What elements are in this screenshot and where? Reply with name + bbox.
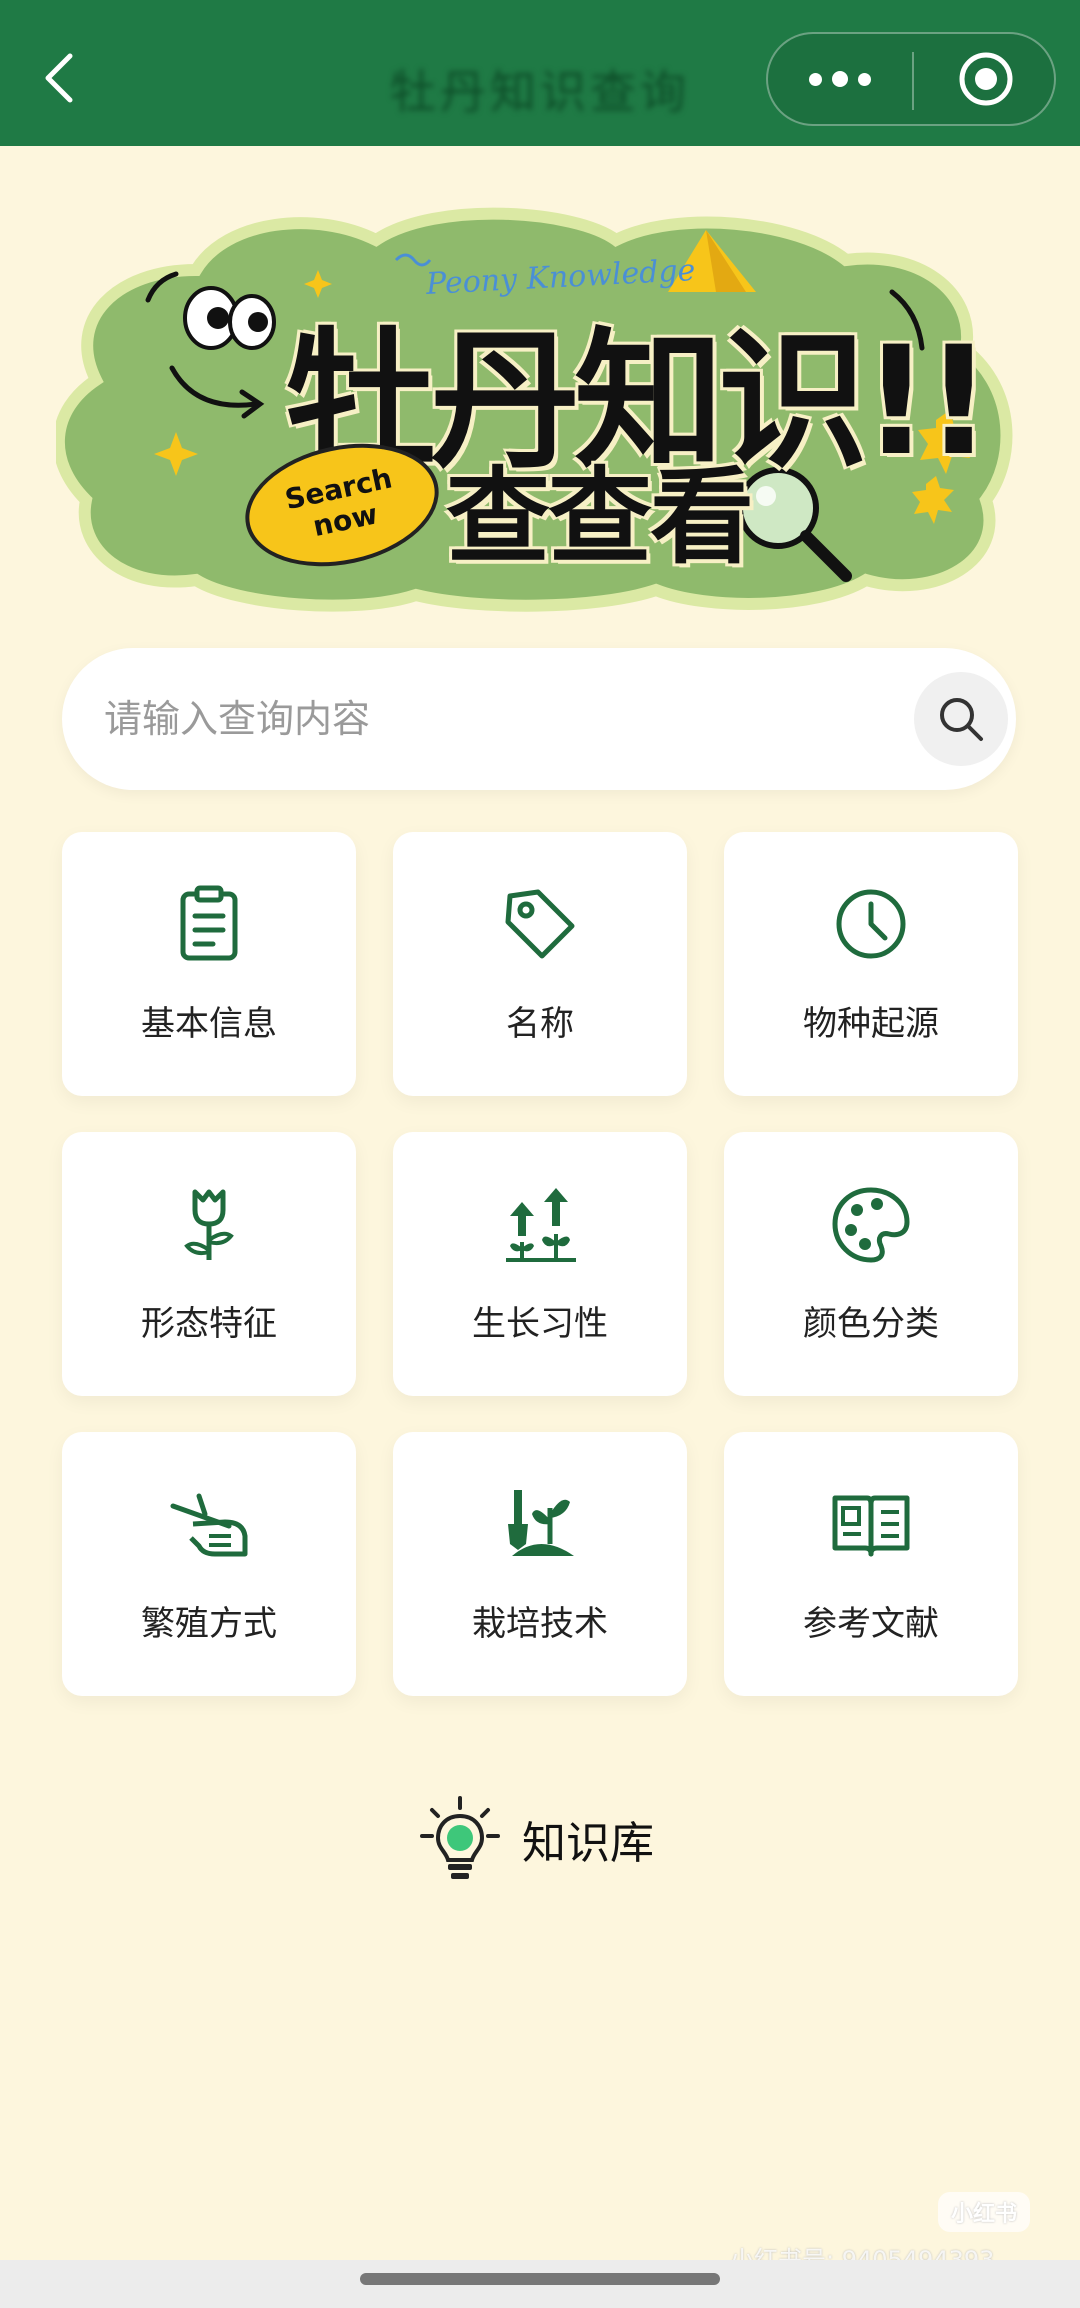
- clipboard-icon: [169, 884, 249, 964]
- more-dots-icon: [809, 72, 822, 86]
- home-indicator[interactable]: [360, 2273, 720, 2285]
- knowledge-base-label: 知识库: [522, 1818, 654, 1869]
- shovel-plant-icon: [500, 1484, 580, 1564]
- category-label: 参考文献: [803, 1604, 939, 1644]
- category-card-propagation[interactable]: 繁殖方式: [62, 1432, 356, 1696]
- category-card-cultivation[interactable]: 栽培技术: [393, 1432, 687, 1696]
- mini-program-capsule: [766, 32, 1056, 126]
- category-card-origin[interactable]: 物种起源: [724, 832, 1018, 1096]
- knowledge-base-link[interactable]: 知识库: [420, 1796, 654, 1882]
- category-card-basic-info[interactable]: 基本信息: [62, 832, 356, 1096]
- banner-subtitle-chinese: 查查看: [446, 456, 754, 578]
- category-label: 繁殖方式: [141, 1604, 277, 1644]
- category-card-name[interactable]: 名称: [393, 832, 687, 1096]
- category-label: 形态特征: [141, 1304, 277, 1344]
- watermark-logo: 小红书: [938, 2192, 1030, 2232]
- category-card-morphology[interactable]: 形态特征: [62, 1132, 356, 1396]
- hero-banner: Peony Knowledge 牡丹知识!! Search now 查查看: [56, 200, 1024, 620]
- search-bar: [62, 648, 1016, 790]
- clock-icon: [831, 884, 911, 964]
- growth-arrows-icon: [500, 1184, 580, 1264]
- category-label: 颜色分类: [803, 1304, 939, 1344]
- category-label: 物种起源: [803, 1004, 939, 1044]
- search-input[interactable]: [104, 648, 904, 790]
- more-button[interactable]: [768, 34, 912, 124]
- palette-icon: [831, 1184, 911, 1264]
- target-circle-icon: [959, 52, 1013, 106]
- tag-icon: [500, 884, 580, 964]
- lightbulb-icon: [420, 1796, 500, 1879]
- category-card-growth[interactable]: 生长习性: [393, 1132, 687, 1396]
- category-label: 基本信息: [141, 1004, 277, 1044]
- category-card-color[interactable]: 颜色分类: [724, 1132, 1018, 1396]
- category-label: 栽培技术: [472, 1604, 608, 1644]
- category-grid: 基本信息 名称 物种起源 形态特征 生长习性 颜色分类 繁殖方式 栽培技术 参考…: [62, 832, 1018, 1696]
- search-icon: [940, 698, 983, 741]
- close-button[interactable]: [914, 34, 1058, 124]
- search-button[interactable]: [914, 672, 1008, 766]
- category-card-references[interactable]: 参考文献: [724, 1432, 1018, 1696]
- flower-icon: [169, 1184, 249, 1264]
- hand-cutting-icon: [169, 1484, 249, 1564]
- category-label: 生长习性: [472, 1304, 608, 1344]
- open-book-icon: [831, 1484, 911, 1564]
- top-nav-bar: 牡丹知识查询: [0, 0, 1080, 146]
- category-label: 名称: [506, 1004, 574, 1044]
